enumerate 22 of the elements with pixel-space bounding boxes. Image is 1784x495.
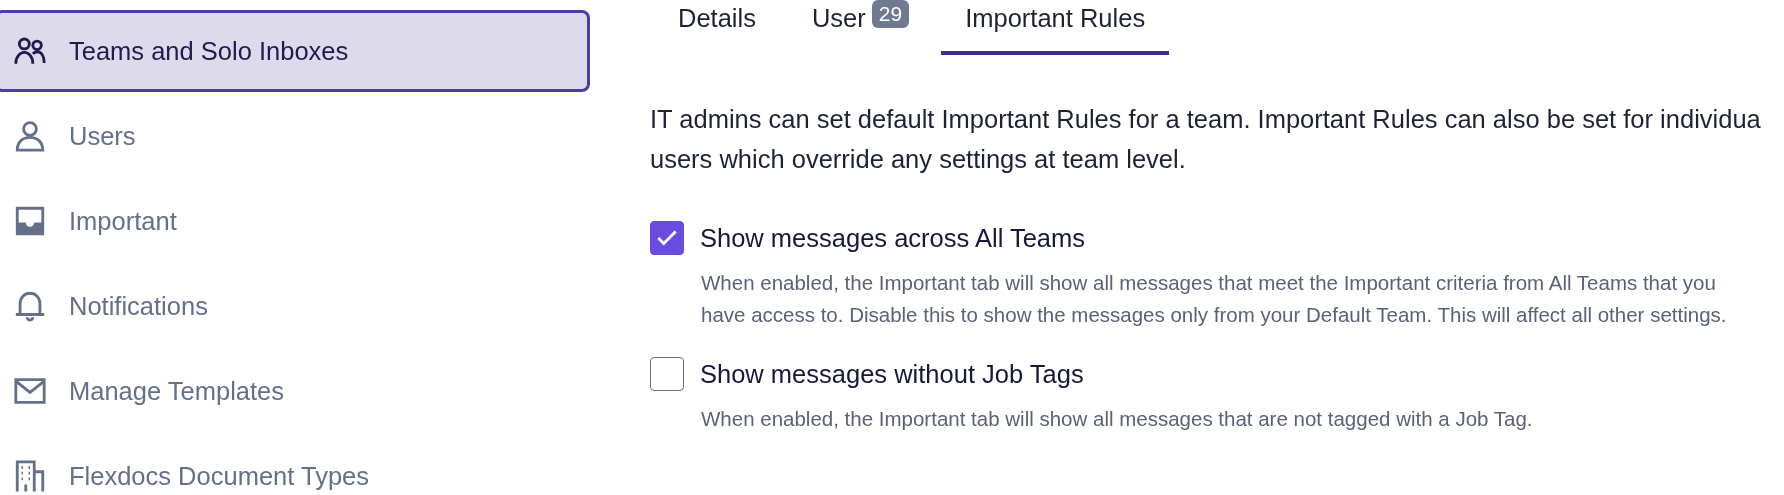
tab[interactable]: Important Rules [941, 0, 1170, 55]
sidebar-item[interactable]: Flexdocs Document Types [0, 435, 590, 495]
bell-icon [13, 289, 47, 323]
checkbox[interactable] [650, 221, 684, 255]
intro-text: IT admins can set default Important Rules for a team. Important Rules can also be set for individua [650, 104, 1762, 135]
sidebar-item[interactable]: Important [0, 180, 590, 262]
sidebar-item[interactable]: Manage Templates [0, 350, 590, 432]
intro-text: users which override any settings at team level. [650, 144, 1187, 175]
building-icon [13, 459, 47, 493]
sidebar-item[interactable]: Notifications [0, 265, 590, 347]
option-description: When enabled, the Important tab will show all messages that meet the Important criteria from All Teams that you have access to. Disable this to show the messages only from your Default Team. This will affect all other settings. [701, 270, 1728, 328]
option-label: Show messages across All Teams [700, 223, 1086, 253]
sidebar-item[interactable]: Users [0, 95, 590, 177]
person-icon [13, 119, 47, 153]
tab[interactable]: Details [654, 0, 780, 55]
inbox-icon [13, 204, 47, 238]
checkbox[interactable] [650, 357, 684, 391]
option-description: When enabled, the Important tab will show all messages that are not tagged with a Job Tag. [701, 406, 1534, 432]
option-label: Show messages without Job Tags [700, 359, 1084, 389]
count-badge: 29 [871, 0, 910, 28]
tab[interactable]: User 29 [787, 0, 934, 55]
sidebar-item[interactable]: Teams and Solo Inboxes [0, 10, 590, 92]
